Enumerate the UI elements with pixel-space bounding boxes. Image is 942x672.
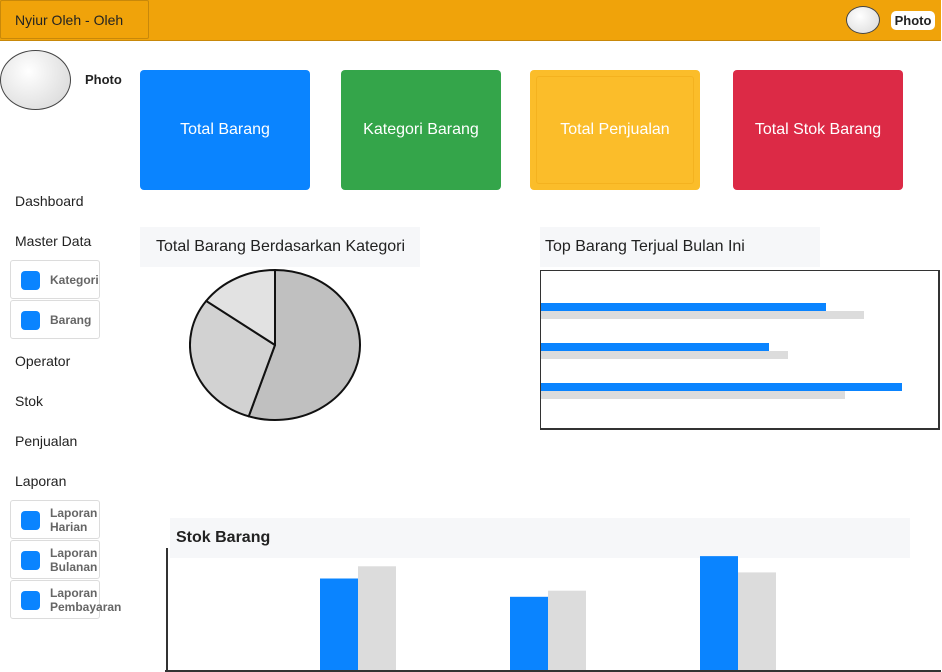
- pie-chart: [189, 269, 361, 421]
- top-bar: Nyiur Oleh - Oleh Photo: [0, 0, 941, 41]
- card-label: Total Stok Barang: [754, 121, 882, 138]
- sidebar-subitem-label: Laporan Harian: [50, 505, 98, 534]
- stock-bar-group-2-series-1: [510, 596, 548, 670]
- sidebar-item-stok[interactable]: Stok: [15, 393, 43, 409]
- hbar-row-2-series-1: [541, 343, 769, 351]
- stock-bar-group-2-series-2: [548, 590, 586, 670]
- stock-bar-group-3-series-2: [738, 572, 776, 670]
- hbar-chart-frame: [540, 270, 940, 430]
- card-label: Total Barang: [180, 121, 270, 138]
- sidebar-subitem-label: Kategori: [50, 272, 99, 287]
- stock-bar-group-1-series-2: [358, 566, 396, 670]
- card-total-stok-barang[interactable]: Total Stok Barang: [733, 70, 903, 190]
- sidebar-subitem-laporan-bulanan[interactable]: Laporan Bulanan: [10, 540, 100, 579]
- hbar-chart: [541, 303, 902, 399]
- sidebar-subitem-label: Laporan Bulanan: [50, 545, 98, 574]
- sidebar-photo-label: Photo: [85, 72, 122, 87]
- sidebar-item-operator[interactable]: Operator: [15, 353, 70, 369]
- sidebar-subitem-label: Barang: [50, 312, 92, 327]
- sidebar-subitem-laporan-harian[interactable]: Laporan Harian: [10, 500, 100, 539]
- card-label: Kategori Barang: [363, 121, 479, 138]
- user-avatar-icon[interactable]: [846, 6, 880, 34]
- stock-bar-group-1-series-1: [320, 578, 358, 670]
- card-total-penjualan[interactable]: Total Penjualan: [530, 70, 700, 190]
- hbar-row-1-series-1: [541, 303, 826, 311]
- laporan-bulanan-icon: [21, 551, 40, 570]
- sidebar-subitem-laporan-pembayaran[interactable]: Laporan Pembayaran: [10, 580, 121, 619]
- kategori-icon: [21, 271, 40, 290]
- laporan-pembayaran-icon: [21, 591, 40, 610]
- stock-bar-group-3-series-1: [700, 556, 738, 670]
- barang-icon: [21, 311, 40, 330]
- laporan-harian-icon: [21, 511, 40, 530]
- card-total-barang[interactable]: Total Barang: [140, 70, 310, 190]
- sidebar-avatar-icon: [0, 50, 71, 110]
- pie-chart-title: Total Barang Berdasarkan Kategori: [140, 227, 420, 267]
- card-label: Total Penjualan: [560, 121, 670, 138]
- sidebar-subitem-label: Laporan Pembayaran: [50, 585, 122, 614]
- hbar-row-3-series-1: [541, 383, 902, 391]
- brand-title[interactable]: Nyiur Oleh - Oleh: [0, 0, 149, 39]
- sidebar-subitem-barang[interactable]: Barang: [10, 300, 100, 339]
- sidebar-item-penjualan[interactable]: Penjualan: [15, 433, 77, 449]
- card-kategori-barang[interactable]: Kategori Barang: [341, 70, 501, 190]
- sidebar-item-master-data[interactable]: Master Data: [15, 233, 91, 249]
- user-photo-label[interactable]: Photo: [891, 11, 935, 30]
- hbar-row-3-series-2: [541, 391, 845, 399]
- hbar-row-1-series-2: [541, 311, 864, 319]
- stock-bar-chart: [165, 548, 941, 672]
- sidebar-item-laporan[interactable]: Laporan: [15, 473, 66, 489]
- hbar-row-2-series-2: [541, 351, 788, 359]
- sidebar-subitem-kategori[interactable]: Kategori: [10, 260, 100, 299]
- hbar-chart-title: Top Barang Terjual Bulan Ini: [540, 227, 820, 267]
- sidebar-item-dashboard[interactable]: Dashboard: [15, 193, 84, 209]
